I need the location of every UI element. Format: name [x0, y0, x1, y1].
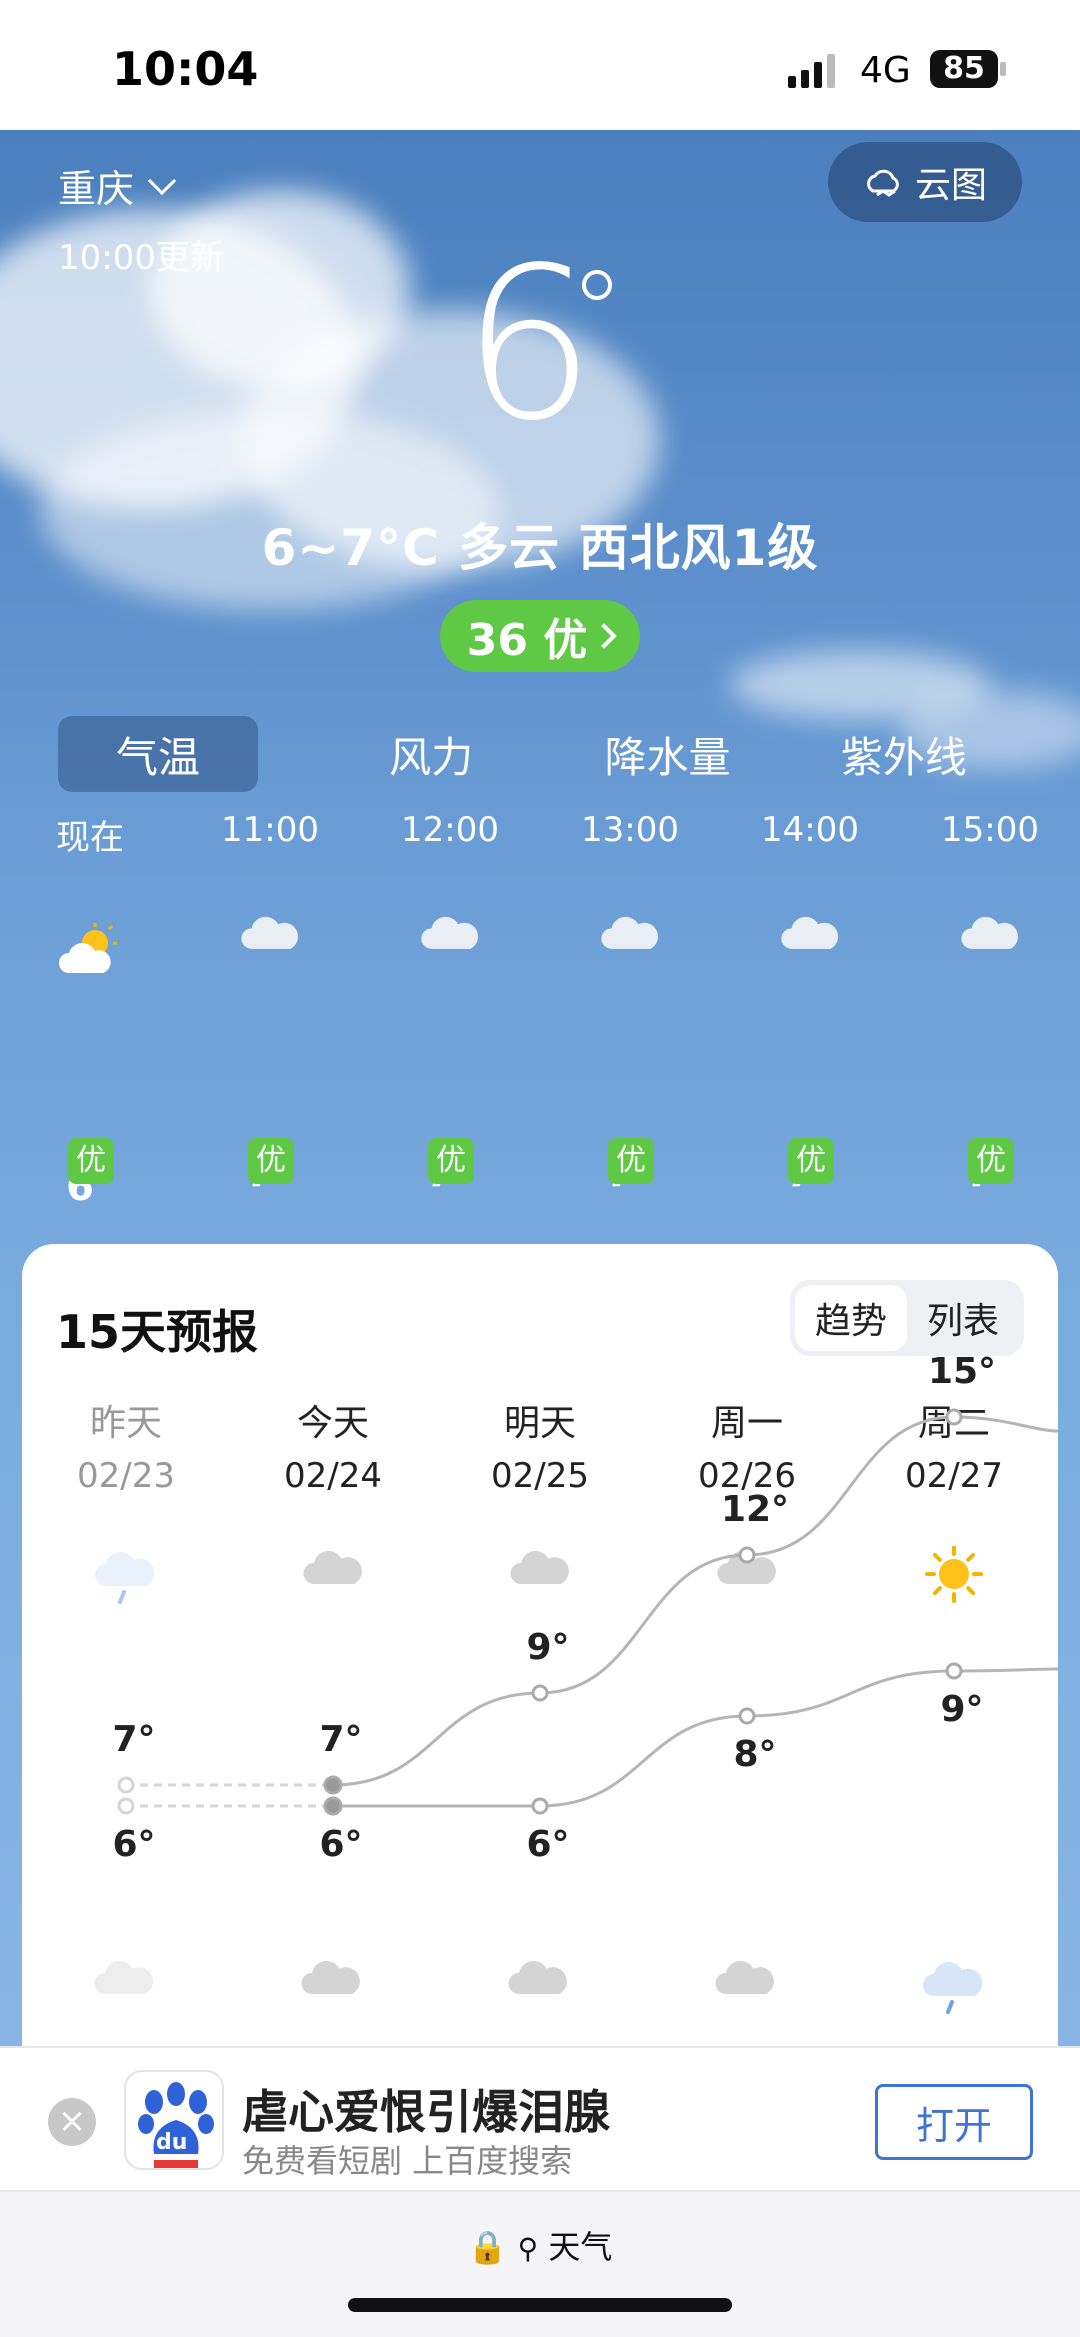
day-name: 周一	[710, 1403, 783, 1444]
day-low-temp: 6°	[319, 1824, 363, 1865]
tab-precipitation[interactable]: 降水量	[549, 716, 785, 792]
signal-icon	[788, 54, 835, 88]
low-temp-point	[117, 1797, 135, 1815]
day-item[interactable]: 昨天 02/23	[36, 1394, 216, 1604]
cloudy-icon	[711, 1956, 779, 2002]
view-toggle: 趋势 列表	[790, 1280, 1024, 1356]
cloud-map-label: 云图	[914, 165, 987, 206]
temperature-trend-chart	[117, 1408, 1058, 1816]
high-temp-point	[323, 1775, 343, 1795]
close-ad-button[interactable]: ×	[48, 2098, 96, 2146]
cloudy-icon	[295, 1546, 371, 1602]
cloud-map-icon	[867, 169, 899, 197]
lock-icon: 🔒	[467, 2228, 508, 2266]
low-temp-point	[738, 1707, 756, 1725]
update-time: 10:00更新	[58, 238, 224, 278]
day-date: 02/24	[284, 1456, 382, 1496]
address-bar[interactable]: 🔒 ⚲ 天气	[0, 2222, 1080, 2268]
current-temperature: 6	[462, 222, 596, 467]
day-date: 02/25	[491, 1456, 589, 1496]
day-low-temp: 6°	[112, 1824, 156, 1865]
city-selector[interactable]: 重庆	[58, 158, 177, 213]
day-item[interactable]: 今天 02/24	[243, 1394, 423, 1602]
ad-title[interactable]: 虐心爱恨引爆泪腺	[242, 2076, 610, 2142]
baidu-logo-icon: du	[124, 2070, 224, 2170]
tab-wind[interactable]: 风力	[313, 716, 549, 792]
high-temp-point	[117, 1776, 135, 1794]
chevron-down-icon	[147, 166, 177, 195]
ad-banner: × du 虐心爱恨引爆泪腺 免费看短剧 上百度搜索 打开	[0, 2046, 1080, 2192]
browser-bar: 🔒 ⚲ 天气	[0, 2192, 1080, 2337]
network-type: 4G	[860, 50, 911, 91]
day-date: 02/27	[905, 1456, 1003, 1496]
cloudy-icon	[90, 1956, 158, 2002]
day-name: 明天	[503, 1403, 576, 1444]
metric-tabs: 气温 风力 降水量 紫外线	[58, 716, 1022, 792]
aqi-label: 36 优	[466, 615, 588, 666]
day-high-temp: 7°	[112, 1719, 156, 1760]
cloudy-icon	[709, 1546, 785, 1602]
status-bar: 10:04 4G 85	[0, 0, 1080, 130]
forecast-title: 15天预报	[56, 1305, 259, 1359]
weather-summary: 6~7°C 多云 西北风1级	[261, 519, 819, 577]
light-rain-icon	[918, 1956, 990, 2020]
aqi-button[interactable]: 36 优	[440, 600, 640, 672]
cloudy-icon	[502, 1546, 578, 1602]
sunny-icon	[916, 1545, 992, 1603]
low-temp-point	[531, 1797, 549, 1815]
city-name: 重庆	[58, 167, 135, 211]
baidu-logo-text: du	[156, 2130, 188, 2155]
url-text: 天气	[548, 2228, 613, 2266]
status-time: 10:04	[112, 42, 259, 96]
day-item[interactable]: 明天 02/25	[450, 1394, 630, 1602]
day-high-temp: 9°	[526, 1627, 570, 1668]
day-name: 周二	[917, 1403, 990, 1444]
day-item[interactable]: 周二 02/27	[864, 1394, 1044, 1603]
low-temp-point	[945, 1662, 963, 1680]
day-name: 昨天	[89, 1403, 162, 1444]
day-low-temp: 6°	[526, 1824, 570, 1865]
open-app-button[interactable]: 打开	[875, 2084, 1033, 2160]
day-name: 今天	[296, 1403, 369, 1444]
tab-uv[interactable]: 紫外线	[786, 716, 1022, 792]
ad-subtitle: 免费看短剧 上百度搜索	[242, 2142, 573, 2180]
forecast-card: 15天预报 趋势 列表 昨天 02/23 7° 6° 今天 02/24 7° 6° 明天 02/2…	[22, 1244, 1058, 2144]
cloudy-icon	[504, 1956, 572, 2002]
low-temp-point	[323, 1796, 343, 1816]
day-date: 02/23	[77, 1456, 175, 1496]
hourly-temp-line	[0, 810, 1080, 1210]
cloudy-icon	[297, 1956, 365, 2002]
degree-icon	[582, 270, 612, 300]
home-indicator[interactable]	[348, 2298, 732, 2312]
day-high-temp: 12°	[720, 1489, 790, 1530]
day-low-temp: 9°	[940, 1689, 984, 1730]
cloud-map-button[interactable]: 云图	[828, 142, 1022, 222]
day-low-temp: 8°	[733, 1734, 777, 1775]
high-temp-point	[531, 1684, 549, 1702]
tab-temperature[interactable]: 气温	[58, 716, 258, 792]
toggle-list[interactable]: 列表	[907, 1285, 1019, 1351]
battery-tip	[1000, 62, 1006, 76]
search-icon: ⚲	[517, 2232, 539, 2265]
day-high-temp: 15°	[927, 1351, 997, 1392]
light-rain-icon	[88, 1546, 164, 1604]
battery-icon: 85	[930, 50, 998, 88]
day-high-temp: 7°	[319, 1719, 363, 1760]
toggle-trend[interactable]: 趋势	[795, 1285, 907, 1351]
chevron-right-icon	[591, 623, 618, 649]
